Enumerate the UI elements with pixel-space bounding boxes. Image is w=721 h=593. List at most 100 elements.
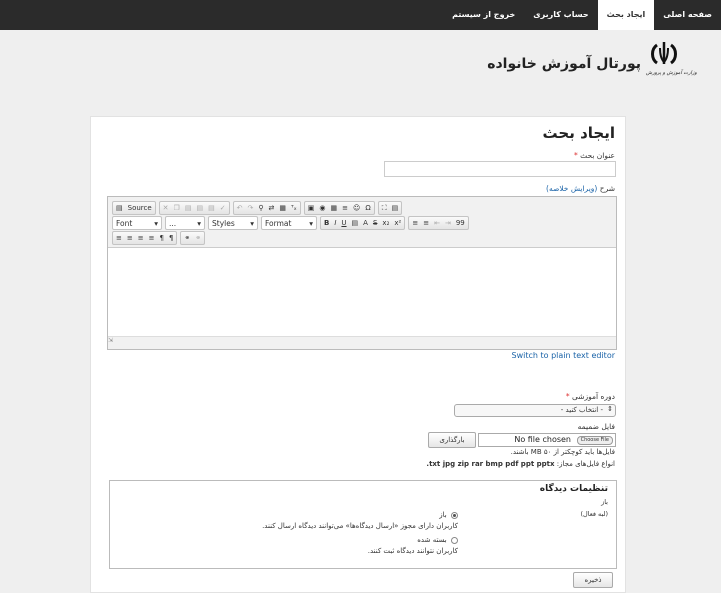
justify-icon[interactable]: ≡ <box>149 234 155 242</box>
radio-open[interactable] <box>451 511 458 519</box>
ltr-icon[interactable]: ¶ <box>160 234 164 242</box>
nav-home[interactable]: صفحه اصلی <box>654 0 721 30</box>
insert-group: ▣ ◉ ▦ ≡ ☺ Ω <box>303 201 375 215</box>
show-blocks-icon[interactable]: ▤ <box>392 204 399 212</box>
page-title: ایجاد بحث <box>542 124 615 142</box>
image-icon[interactable]: ▣ <box>308 204 315 212</box>
text-style-group: B I U ▤ A S x₂ x² <box>320 216 406 230</box>
maximize-icon[interactable]: ⛶ <box>382 204 387 213</box>
list-group: ≡ ≡ ⇤ ⇥ 99 <box>408 216 469 230</box>
ministry-emblem-logo[interactable]: وزارت آموزش و پرورش <box>646 40 697 82</box>
bulleted-list-icon[interactable]: ≡ <box>423 219 429 227</box>
nav-create-topic[interactable]: ایجاد بحث <box>597 0 655 30</box>
blockquote-button[interactable]: 99 <box>456 219 465 227</box>
strike-button[interactable]: S <box>373 219 377 227</box>
save-button[interactable]: ذخیره <box>573 572 613 588</box>
option-closed[interactable]: بسته شده <box>417 536 458 544</box>
numbered-list-icon[interactable]: ≡ <box>412 219 418 227</box>
ministry-caption: وزارت آموزش و پرورش <box>646 70 697 76</box>
editor-content-area[interactable] <box>108 248 616 336</box>
font-select[interactable]: Font ▾ <box>112 216 162 230</box>
copy-icon[interactable]: ❐ <box>174 204 180 212</box>
file-types-note: انواع فایل‌های مجاز: txt jpg zip rar bmp… <box>426 460 615 468</box>
styles-select[interactable]: Styles ▾ <box>208 216 258 230</box>
no-file-text: No file chosen <box>514 435 571 444</box>
toolbar-row-1: ▤ Source ✕ ❐ ▤ ▤ ▤ ✓ ↶ ↷ ⚲ ⇄ ▦ ᵀₓ ▣ ◉ ▦ … <box>112 201 403 215</box>
italic-button[interactable]: I <box>334 219 336 227</box>
file-input[interactable]: Choose File No file chosen <box>478 433 616 447</box>
source-button[interactable]: ▤ Source <box>112 201 156 215</box>
radio-closed[interactable] <box>451 536 458 544</box>
find-icon[interactable]: ⚲ <box>258 204 263 212</box>
required-mark: * <box>573 151 578 160</box>
course-label: دوره آموزشی * <box>565 392 615 401</box>
spellcheck-icon[interactable]: ✓ <box>220 204 226 212</box>
option-open-desc: کاربران دارای مجوز «ارسال دیدگاه‌ها» می‌… <box>262 522 458 530</box>
align-left-icon[interactable]: ≡ <box>116 234 122 242</box>
select-arrows-icon: ⇕ <box>607 405 613 413</box>
bold-button[interactable]: B <box>324 219 329 227</box>
link-icon[interactable]: ⚭ <box>184 234 190 242</box>
clipboard-group: ✕ ❐ ▤ ▤ ▤ ✓ <box>158 201 230 215</box>
edit-summary-link[interactable]: (ویرایش خلاصه) <box>546 184 597 193</box>
portal-title: پورتال آموزش خانواده <box>487 56 641 72</box>
select-all-icon[interactable]: ▦ <box>279 204 286 212</box>
text-color-icon[interactable]: A <box>363 219 368 227</box>
create-topic-form: ایجاد بحث عنوان بحث * شرح (ویرایش خلاصه)… <box>90 116 626 593</box>
iran-emblem-icon <box>651 42 677 65</box>
chevron-down-icon: ▾ <box>250 218 254 228</box>
underline-button[interactable]: U <box>341 219 346 227</box>
indent-icon[interactable]: ⇥ <box>445 219 451 227</box>
unlink-icon[interactable]: ⚭ <box>195 234 201 242</box>
replace-icon[interactable]: ⇄ <box>268 204 274 212</box>
font-size-select[interactable]: ... ▾ <box>165 216 205 230</box>
required-mark: * <box>565 392 570 401</box>
undo-icon[interactable]: ↶ <box>237 204 243 212</box>
title-label: عنوان بحث * <box>573 151 615 160</box>
table-icon[interactable]: ▦ <box>331 204 338 212</box>
format-select[interactable]: Format ▾ <box>261 216 317 230</box>
settings-status: باز <box>601 498 608 506</box>
paste-icon[interactable]: ▤ <box>185 204 192 212</box>
settings-status-hint: (لبه فعال) <box>580 510 608 518</box>
nav-user-account[interactable]: حساب کاربری <box>524 0 597 30</box>
subscript-button[interactable]: x₂ <box>382 219 389 227</box>
outdent-icon[interactable]: ⇤ <box>434 219 440 227</box>
bg-color-icon[interactable]: ▤ <box>352 219 359 227</box>
link-group: ⚭ ⚭ <box>180 231 206 245</box>
file-size-note: فایل‌ها باید کوچکتر از ۵۰ MB باشند. <box>510 448 615 456</box>
nav-logout[interactable]: خروج از سیستم <box>443 0 524 30</box>
resize-handle-icon[interactable]: ⇲ <box>108 337 113 344</box>
course-select[interactable]: - انتخاب کنید - ⇕ <box>454 404 616 417</box>
view-group: ⛶ ▤ <box>377 201 403 215</box>
paste-text-icon[interactable]: ▤ <box>196 204 203 212</box>
option-open[interactable]: باز <box>439 511 458 519</box>
topic-title-input[interactable] <box>384 161 616 177</box>
top-navbar: صفحه اصلی ایجاد بحث حساب کاربری خروج از … <box>0 0 721 30</box>
upload-button[interactable]: بارگذاری <box>428 432 476 448</box>
superscript-button[interactable]: x² <box>394 219 401 227</box>
switch-plain-text-link[interactable]: Switch to plain text editor <box>512 351 615 360</box>
paste-word-icon[interactable]: ▤ <box>208 204 215 212</box>
smiley-icon[interactable]: ☺ <box>353 204 360 212</box>
cut-icon[interactable]: ✕ <box>163 204 169 212</box>
align-right-icon[interactable]: ≡ <box>138 234 144 242</box>
main-nav: صفحه اصلی ایجاد بحث حساب کاربری خروج از … <box>443 0 721 30</box>
attachment-label: فایل ضمیمه <box>577 422 615 431</box>
special-char-icon[interactable]: Ω <box>365 204 370 212</box>
rtl-icon[interactable]: ¶ <box>169 234 173 242</box>
option-closed-desc: کاربران نتوانند دیدگاه ثبت کنند. <box>367 547 458 555</box>
choose-file-button[interactable]: Choose File <box>576 436 613 445</box>
rich-text-editor: ▤ Source ✕ ❐ ▤ ▤ ▤ ✓ ↶ ↷ ⚲ ⇄ ▦ ᵀₓ ▣ ◉ ▦ … <box>107 196 617 350</box>
history-group: ↶ ↷ ⚲ ⇄ ▦ ᵀₓ <box>232 201 301 215</box>
remove-format-icon[interactable]: ᵀₓ <box>291 204 297 212</box>
horizontal-rule-icon[interactable]: ≡ <box>342 204 348 212</box>
editor-status-bar: ⇲ <box>108 336 616 349</box>
toolbar-row-2: Font ▾ ... ▾ Styles ▾ Format ▾ B I U ▤ A… <box>112 216 469 230</box>
redo-icon[interactable]: ↷ <box>247 204 253 212</box>
editor-toolbar: ▤ Source ✕ ❐ ▤ ▤ ▤ ✓ ↶ ↷ ⚲ ⇄ ▦ ᵀₓ ▣ ◉ ▦ … <box>108 197 616 248</box>
settings-title[interactable]: تنظیمات دیدگاه <box>540 484 608 494</box>
description-label: شرح (ویرایش خلاصه) <box>546 184 615 193</box>
flash-icon[interactable]: ◉ <box>319 204 325 212</box>
align-center-icon[interactable]: ≡ <box>127 234 133 242</box>
